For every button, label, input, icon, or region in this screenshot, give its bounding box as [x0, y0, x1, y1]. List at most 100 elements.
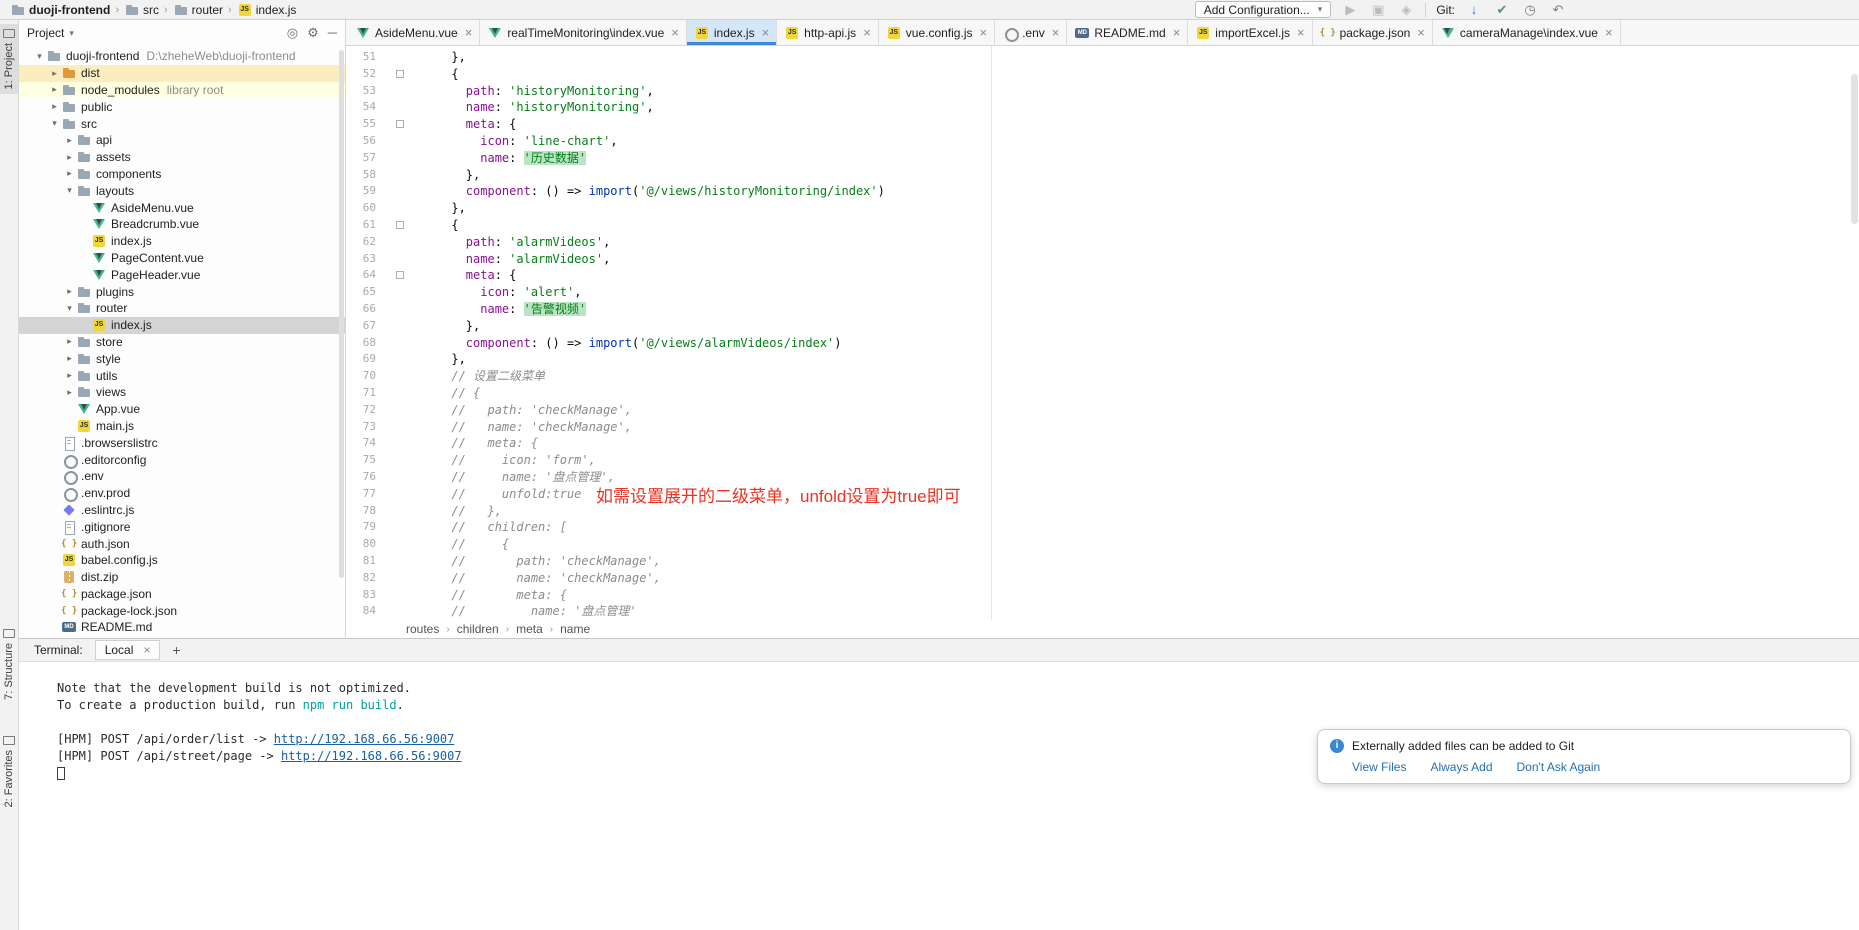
tree-item[interactable]: ▸api	[19, 132, 345, 149]
tree-item[interactable]: index.js	[19, 317, 345, 334]
tree-item[interactable]: .browserslistrc	[19, 434, 345, 451]
breadcrumb-item[interactable]: meta	[516, 622, 543, 636]
editor-tab[interactable]: AsideMenu.vue×	[348, 20, 480, 45]
tab-close-icon[interactable]: ×	[1297, 25, 1305, 40]
tree-item[interactable]: dist.zip	[19, 569, 345, 586]
expand-arrow-icon[interactable]: ▸	[63, 135, 76, 146]
editor-tab[interactable]: realTimeMonitoring\index.vue×	[480, 20, 687, 45]
tree-item[interactable]: PageContent.vue	[19, 250, 345, 267]
tab-close-icon[interactable]: ×	[1605, 25, 1613, 40]
expand-arrow-icon[interactable]: ▸	[48, 101, 61, 112]
tree-item[interactable]: ▸style	[19, 350, 345, 367]
tree-item[interactable]: .env.prod	[19, 485, 345, 502]
tree-item[interactable]: package-lock.json	[19, 602, 345, 619]
fold-marker-icon[interactable]	[396, 271, 404, 279]
expand-arrow-icon[interactable]: ▸	[63, 152, 76, 163]
git-rollback-icon[interactable]: ↶	[1549, 1, 1567, 19]
tree-item[interactable]: App.vue	[19, 401, 345, 418]
new-terminal-session-button[interactable]: +	[172, 642, 180, 658]
tree-item[interactable]: ▸dist	[19, 65, 345, 82]
tree-item[interactable]: PageHeader.vue	[19, 266, 345, 283]
editor-scrollbar[interactable]	[1851, 74, 1858, 224]
run-icon[interactable]: ▶	[1341, 1, 1359, 19]
terminal-link[interactable]: http://192.168.66.56:9007	[274, 732, 455, 746]
tree-item[interactable]: .gitignore	[19, 518, 345, 535]
nav-path-item[interactable]: src	[124, 2, 159, 18]
tree-item[interactable]: Breadcrumb.vue	[19, 216, 345, 233]
editor-tab[interactable]: .env×	[995, 20, 1067, 45]
tab-close-icon[interactable]: ×	[979, 25, 987, 40]
run-configuration-select[interactable]: Add Configuration... ▾	[1195, 1, 1332, 18]
editor-tab[interactable]: package.json×	[1313, 20, 1433, 45]
code-editor[interactable]: 51 },52 {53 path: 'historyMonitoring',54…	[346, 46, 1859, 620]
tree-item[interactable]: ▸plugins	[19, 283, 345, 300]
tool-stripe-favorites[interactable]: 2: Favorites	[0, 731, 18, 812]
tree-item[interactable]: babel.config.js	[19, 552, 345, 569]
tab-close-icon[interactable]: ×	[671, 25, 679, 40]
tree-item[interactable]: ▸store	[19, 334, 345, 351]
terminal-output[interactable]: Note that the development build is not o…	[19, 662, 1859, 930]
editor-tab[interactable]: README.md×	[1067, 20, 1188, 45]
tree-item[interactable]: .editorconfig	[19, 451, 345, 468]
hide-panel-icon[interactable]: ─	[328, 26, 337, 40]
editor-tab[interactable]: cameraManage\index.vue×	[1433, 20, 1621, 45]
tab-close-icon[interactable]: ×	[1052, 25, 1060, 40]
tree-item[interactable]: ▾layouts	[19, 182, 345, 199]
tree-item[interactable]: package.json	[19, 586, 345, 603]
tree-item[interactable]: auth.json	[19, 535, 345, 552]
tree-item[interactable]: README.md	[19, 619, 345, 636]
tool-stripe-project[interactable]: 1: Project	[0, 24, 18, 94]
fold-marker-icon[interactable]	[396, 221, 404, 229]
expand-arrow-icon[interactable]: ▾	[33, 51, 46, 62]
editor-tab[interactable]: index.js×	[687, 20, 777, 45]
expand-arrow-icon[interactable]: ▸	[63, 387, 76, 398]
tree-item[interactable]: ▸node_moduleslibrary root	[19, 82, 345, 99]
project-view-selector[interactable]: Project	[27, 26, 64, 40]
expand-arrow-icon[interactable]: ▾	[48, 118, 61, 129]
expand-arrow-icon[interactable]: ▸	[63, 286, 76, 297]
nav-path-item[interactable]: index.js	[237, 2, 297, 18]
tree-item[interactable]: ▾src	[19, 115, 345, 132]
fold-marker-icon[interactable]	[396, 70, 404, 78]
tree-item[interactable]: ▸views	[19, 384, 345, 401]
tab-close-icon[interactable]: ×	[143, 643, 150, 657]
settings-gear-icon[interactable]: ⚙	[307, 26, 319, 40]
expand-arrow-icon[interactable]: ▸	[63, 370, 76, 381]
tab-close-icon[interactable]: ×	[465, 25, 473, 40]
breadcrumb-item[interactable]: routes	[406, 622, 439, 636]
coverage-icon[interactable]: ◈	[1397, 1, 1415, 19]
git-commit-icon[interactable]: ✔	[1493, 1, 1511, 19]
tree-item[interactable]: AsideMenu.vue	[19, 199, 345, 216]
expand-arrow-icon[interactable]: ▾	[63, 303, 76, 314]
editor-tab[interactable]: vue.config.js×	[879, 20, 995, 45]
editor-tab[interactable]: http-api.js×	[777, 20, 879, 45]
expand-arrow-icon[interactable]: ▸	[63, 336, 76, 347]
debug-icon[interactable]: ▣	[1369, 1, 1387, 19]
expand-arrow-icon[interactable]: ▸	[63, 168, 76, 179]
terminal-tab-local[interactable]: Local ×	[95, 640, 161, 660]
expand-arrow-icon[interactable]: ▸	[48, 68, 61, 79]
project-scrollbar[interactable]	[339, 50, 344, 578]
notification-action[interactable]: Don't Ask Again	[1517, 760, 1601, 774]
git-update-icon[interactable]: ↓	[1465, 1, 1483, 19]
breadcrumb-item[interactable]: name	[560, 622, 590, 636]
editor-tab[interactable]: importExcel.js×	[1188, 20, 1312, 45]
tree-item[interactable]: ▸public	[19, 98, 345, 115]
locate-file-icon[interactable]: ◎	[287, 26, 298, 40]
tool-stripe-structure[interactable]: 7: Structure	[0, 624, 18, 705]
tree-item[interactable]: ▾duoji-frontendD:\zheheWeb\duoji-fronten…	[19, 48, 345, 65]
tree-item[interactable]: .env	[19, 468, 345, 485]
tab-close-icon[interactable]: ×	[863, 25, 871, 40]
tree-item[interactable]: ▸utils	[19, 367, 345, 384]
expand-arrow-icon[interactable]: ▸	[48, 84, 61, 95]
breadcrumb-item[interactable]: children	[457, 622, 499, 636]
tree-item[interactable]: ▸assets	[19, 149, 345, 166]
tree-item[interactable]: .eslintrc.js	[19, 502, 345, 519]
git-history-icon[interactable]: ◷	[1521, 1, 1539, 19]
nav-path-item[interactable]: router	[173, 2, 223, 18]
tree-item[interactable]: main.js	[19, 418, 345, 435]
nav-path-item[interactable]: duoji-frontend	[10, 2, 110, 18]
expand-arrow-icon[interactable]: ▸	[63, 353, 76, 364]
notification-action[interactable]: Always Add	[1430, 760, 1492, 774]
tree-item[interactable]: index.js	[19, 233, 345, 250]
